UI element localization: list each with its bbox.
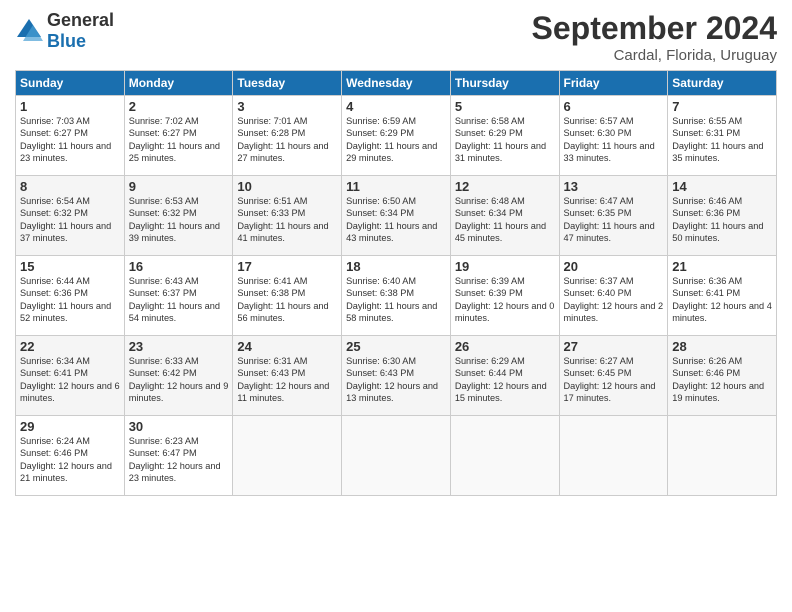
calendar-container: General Blue September 2024 Cardal, Flor… xyxy=(0,0,792,506)
table-row: 10 Sunrise: 6:51 AM Sunset: 6:33 PM Dayl… xyxy=(233,176,342,256)
table-row: 12 Sunrise: 6:48 AM Sunset: 6:34 PM Dayl… xyxy=(450,176,559,256)
table-row: 1 Sunrise: 7:03 AM Sunset: 6:27 PM Dayli… xyxy=(16,96,125,176)
logo: General Blue xyxy=(15,10,114,52)
week-row: 15 Sunrise: 6:44 AM Sunset: 6:36 PM Dayl… xyxy=(16,256,777,336)
col-tuesday: Tuesday xyxy=(233,71,342,96)
table-row: 9 Sunrise: 6:53 AM Sunset: 6:32 PM Dayli… xyxy=(124,176,233,256)
table-row: 8 Sunrise: 6:54 AM Sunset: 6:32 PM Dayli… xyxy=(16,176,125,256)
table-row: 3 Sunrise: 7:01 AM Sunset: 6:28 PM Dayli… xyxy=(233,96,342,176)
week-row: 22 Sunrise: 6:34 AM Sunset: 6:41 PM Dayl… xyxy=(16,336,777,416)
table-row: 22 Sunrise: 6:34 AM Sunset: 6:41 PM Dayl… xyxy=(16,336,125,416)
calendar-table: Sunday Monday Tuesday Wednesday Thursday… xyxy=(15,70,777,496)
location-title: Cardal, Florida, Uruguay xyxy=(532,47,777,64)
table-row: 15 Sunrise: 6:44 AM Sunset: 6:36 PM Dayl… xyxy=(16,256,125,336)
table-row: 17 Sunrise: 6:41 AM Sunset: 6:38 PM Dayl… xyxy=(233,256,342,336)
table-row: 29 Sunrise: 6:24 AM Sunset: 6:46 PM Dayl… xyxy=(16,416,125,496)
table-row: 7 Sunrise: 6:55 AM Sunset: 6:31 PM Dayli… xyxy=(668,96,777,176)
col-wednesday: Wednesday xyxy=(342,71,451,96)
month-title: September 2024 xyxy=(532,10,777,47)
col-monday: Monday xyxy=(124,71,233,96)
col-sunday: Sunday xyxy=(16,71,125,96)
table-row: 18 Sunrise: 6:40 AM Sunset: 6:38 PM Dayl… xyxy=(342,256,451,336)
col-saturday: Saturday xyxy=(668,71,777,96)
title-block: September 2024 Cardal, Florida, Uruguay xyxy=(532,10,777,64)
header-row: Sunday Monday Tuesday Wednesday Thursday… xyxy=(16,71,777,96)
table-row: 20 Sunrise: 6:37 AM Sunset: 6:40 PM Dayl… xyxy=(559,256,668,336)
empty-cell xyxy=(450,416,559,496)
table-row: 19 Sunrise: 6:39 AM Sunset: 6:39 PM Dayl… xyxy=(450,256,559,336)
table-row: 23 Sunrise: 6:33 AM Sunset: 6:42 PM Dayl… xyxy=(124,336,233,416)
week-row: 8 Sunrise: 6:54 AM Sunset: 6:32 PM Dayli… xyxy=(16,176,777,256)
week-row: 1 Sunrise: 7:03 AM Sunset: 6:27 PM Dayli… xyxy=(16,96,777,176)
empty-cell xyxy=(233,416,342,496)
table-row: 27 Sunrise: 6:27 AM Sunset: 6:45 PM Dayl… xyxy=(559,336,668,416)
table-row: 11 Sunrise: 6:50 AM Sunset: 6:34 PM Dayl… xyxy=(342,176,451,256)
table-row: 13 Sunrise: 6:47 AM Sunset: 6:35 PM Dayl… xyxy=(559,176,668,256)
table-row: 25 Sunrise: 6:30 AM Sunset: 6:43 PM Dayl… xyxy=(342,336,451,416)
table-row: 16 Sunrise: 6:43 AM Sunset: 6:37 PM Dayl… xyxy=(124,256,233,336)
empty-cell xyxy=(668,416,777,496)
table-row: 21 Sunrise: 6:36 AM Sunset: 6:41 PM Dayl… xyxy=(668,256,777,336)
table-row: 14 Sunrise: 6:46 AM Sunset: 6:36 PM Dayl… xyxy=(668,176,777,256)
table-row: 24 Sunrise: 6:31 AM Sunset: 6:43 PM Dayl… xyxy=(233,336,342,416)
table-row: 6 Sunrise: 6:57 AM Sunset: 6:30 PM Dayli… xyxy=(559,96,668,176)
col-friday: Friday xyxy=(559,71,668,96)
table-row: 28 Sunrise: 6:26 AM Sunset: 6:46 PM Dayl… xyxy=(668,336,777,416)
logo-text: General Blue xyxy=(47,10,114,52)
table-row: 2 Sunrise: 7:02 AM Sunset: 6:27 PM Dayli… xyxy=(124,96,233,176)
header: General Blue September 2024 Cardal, Flor… xyxy=(15,10,777,64)
table-row: 30 Sunrise: 6:23 AM Sunset: 6:47 PM Dayl… xyxy=(124,416,233,496)
week-row: 29 Sunrise: 6:24 AM Sunset: 6:46 PM Dayl… xyxy=(16,416,777,496)
logo-icon xyxy=(15,17,43,45)
table-row: 26 Sunrise: 6:29 AM Sunset: 6:44 PM Dayl… xyxy=(450,336,559,416)
empty-cell xyxy=(342,416,451,496)
col-thursday: Thursday xyxy=(450,71,559,96)
empty-cell xyxy=(559,416,668,496)
table-row: 4 Sunrise: 6:59 AM Sunset: 6:29 PM Dayli… xyxy=(342,96,451,176)
table-row: 5 Sunrise: 6:58 AM Sunset: 6:29 PM Dayli… xyxy=(450,96,559,176)
